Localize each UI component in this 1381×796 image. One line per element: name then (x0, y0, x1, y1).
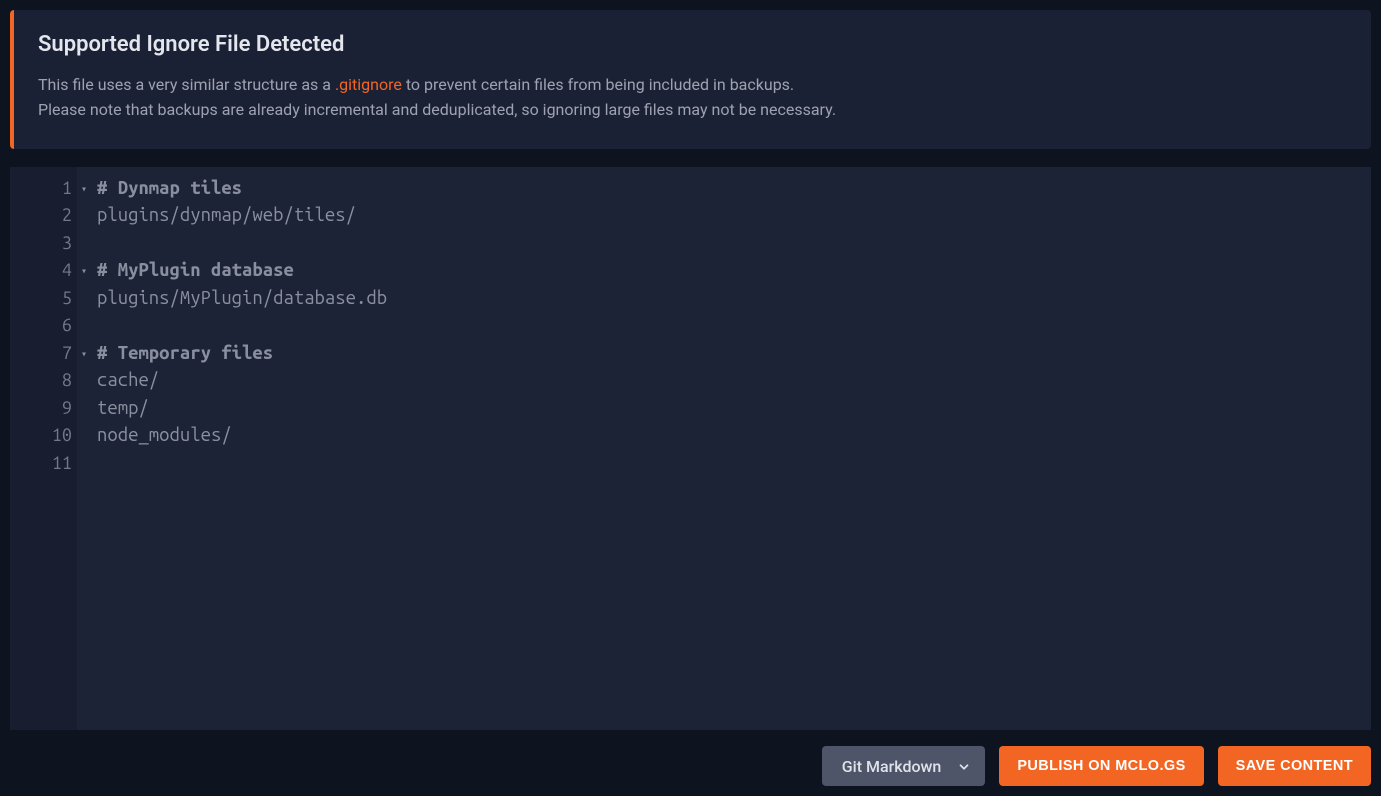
line-number: 3 (10, 230, 77, 258)
line-number: 1 (10, 175, 77, 203)
line-number: 11 (10, 450, 77, 478)
save-content-button[interactable]: SAVE CONTENT (1218, 746, 1371, 786)
fold-marker[interactable]: ▾ (77, 257, 91, 285)
notice-text: to prevent certain files from being incl… (402, 75, 794, 94)
line-number-gutter: 1234567891011 (10, 167, 77, 730)
fold-marker (77, 450, 91, 478)
fold-marker[interactable]: ▾ (77, 340, 91, 368)
fold-marker (77, 285, 91, 313)
line-number: 4 (10, 257, 77, 285)
code-line[interactable]: temp/ (97, 395, 1365, 423)
code-editor[interactable]: 1234567891011 ▾▾▾ # Dynmap tilesplugins/… (10, 167, 1371, 730)
notice-text: This file uses a very similar structure … (38, 75, 335, 94)
line-number: 2 (10, 202, 77, 230)
code-line[interactable]: plugins/MyPlugin/database.db (97, 285, 1365, 313)
code-line[interactable]: # MyPlugin database (97, 257, 1365, 285)
code-line[interactable]: cache/ (97, 367, 1365, 395)
code-line[interactable]: plugins/dynmap/web/tiles/ (97, 202, 1365, 230)
line-number: 6 (10, 312, 77, 340)
notice-title: Supported Ignore File Detected (38, 32, 1347, 57)
language-select-label: Git Markdown (842, 757, 942, 776)
code-line[interactable] (97, 450, 1365, 478)
chevron-down-icon (957, 759, 971, 773)
fold-marker[interactable]: ▾ (77, 175, 91, 203)
editor-footer: Git Markdown PUBLISH ON MCLO.GS SAVE CON… (10, 742, 1371, 786)
line-number: 7 (10, 340, 77, 368)
fold-marker (77, 395, 91, 423)
line-number: 8 (10, 367, 77, 395)
line-number: 10 (10, 422, 77, 450)
code-line[interactable] (97, 312, 1365, 340)
fold-marker (77, 367, 91, 395)
code-line[interactable]: # Dynmap tiles (97, 175, 1365, 203)
info-notice: Supported Ignore File Detected This file… (10, 10, 1371, 149)
notice-body: This file uses a very similar structure … (38, 73, 1347, 123)
gitignore-link[interactable]: .gitignore (335, 75, 402, 94)
fold-gutter: ▾ ▾ ▾ (77, 167, 91, 730)
fold-marker (77, 230, 91, 258)
fold-marker (77, 202, 91, 230)
publish-button[interactable]: PUBLISH ON MCLO.GS (999, 746, 1203, 786)
code-line[interactable]: # Temporary files (97, 340, 1365, 368)
code-area[interactable]: # Dynmap tilesplugins/dynmap/web/tiles/ #… (91, 167, 1371, 730)
fold-marker (77, 422, 91, 450)
line-number: 5 (10, 285, 77, 313)
fold-marker (77, 312, 91, 340)
code-line[interactable]: node_modules/ (97, 422, 1365, 450)
language-select[interactable]: Git Markdown (822, 746, 986, 786)
line-number: 9 (10, 395, 77, 423)
notice-text: Please note that backups are already inc… (38, 100, 836, 119)
code-line[interactable] (97, 230, 1365, 258)
